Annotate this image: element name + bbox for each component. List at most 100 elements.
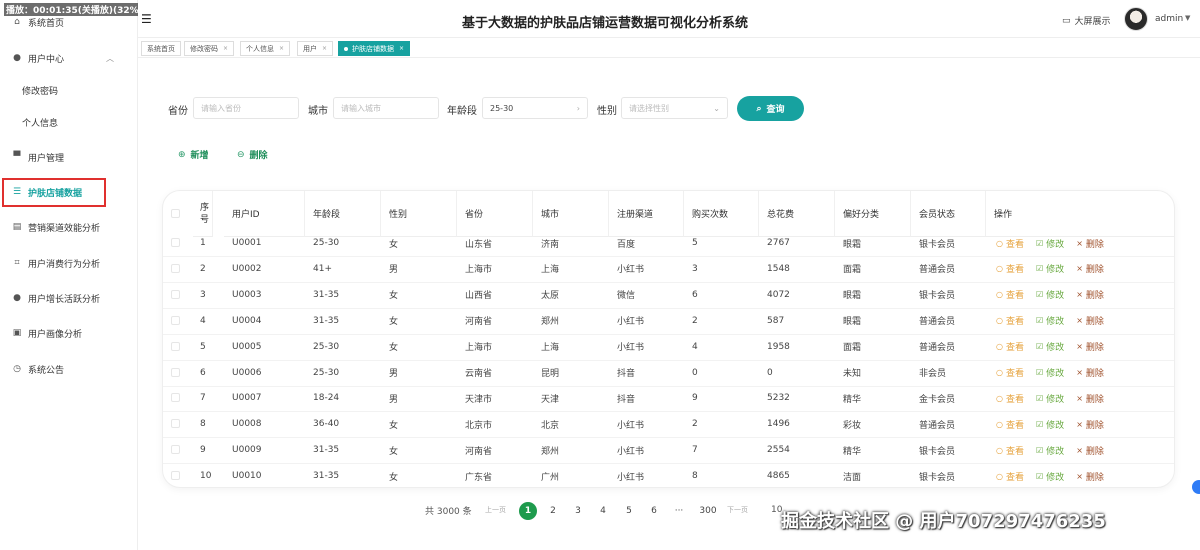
cell-age: 31-35 — [313, 445, 340, 456]
delete-row-button[interactable]: × 删除 — [1076, 392, 1104, 405]
edit-button[interactable]: ☑ 修改 — [1036, 314, 1064, 327]
row-checkbox[interactable] — [171, 445, 180, 455]
floating-help-button[interactable] — [1192, 480, 1200, 494]
row-checkbox[interactable] — [171, 393, 180, 403]
bigscreen-button[interactable]: ▭ 大屏展示 — [1062, 14, 1111, 28]
cell-preference: 眼霜 — [843, 291, 862, 302]
cell-preference: 眼霜 — [843, 317, 862, 328]
view-button[interactable]: ○ 查看 — [996, 392, 1024, 405]
delete-row-button[interactable]: × 删除 — [1076, 418, 1104, 431]
delete-row-button[interactable]: × 删除 — [1076, 366, 1104, 379]
sidebar-item-user-management[interactable]: ▀ 用户管理 — [0, 146, 138, 168]
edit-button[interactable]: ☑ 修改 — [1036, 262, 1064, 275]
sidebar-item-user-portrait[interactable]: ▣ 用户画像分析 — [0, 322, 138, 344]
row-checkbox[interactable] — [171, 289, 180, 299]
city-input[interactable]: 请输入城市 — [333, 97, 439, 119]
app-root: ⌂ 系统首页 ● 用户中心 ︿ 修改密码 个人信息 ▀ 用户管理 ☰ 护肤店铺数… — [0, 0, 1200, 550]
gender-label: 性别 — [597, 106, 617, 117]
close-icon[interactable]: × — [223, 45, 228, 52]
edit-button[interactable]: ☑ 修改 — [1036, 470, 1064, 483]
view-button[interactable]: ○ 查看 — [996, 340, 1024, 353]
avatar[interactable] — [1124, 7, 1148, 31]
caret-down-icon[interactable]: ▼ — [1185, 14, 1190, 22]
page-number[interactable]: 3 — [569, 502, 587, 520]
sidebar-item-change-password[interactable]: 修改密码 — [0, 79, 138, 101]
row-checkbox[interactable] — [171, 367, 180, 377]
close-icon[interactable]: × — [399, 45, 404, 52]
delete-row-button[interactable]: × 删除 — [1076, 340, 1104, 353]
cell-preference: 面霜 — [843, 343, 862, 354]
sidebar-item-marketing-analysis[interactable]: ▤ 营销渠道效能分析 — [0, 216, 138, 238]
close-icon[interactable]: × — [279, 45, 284, 52]
page-number[interactable]: 2 — [544, 502, 562, 520]
cell-purchases: 2 — [692, 419, 698, 430]
crop-icon: ⌗ — [14, 258, 20, 268]
province-input[interactable]: 请输入省份 — [193, 97, 299, 119]
page-number[interactable]: 300 — [697, 502, 719, 520]
view-button[interactable]: ○ 查看 — [996, 418, 1024, 431]
sidebar-item-label: 用户消费行为分析 — [28, 259, 101, 270]
age-select[interactable]: 25-30 › — [482, 97, 588, 119]
edit-icon: ☑ — [1036, 471, 1044, 481]
menu-toggle-icon[interactable]: ☰ — [141, 12, 152, 26]
tab-change-password[interactable]: 修改密码 × — [184, 41, 235, 56]
cell-channel: 抖音 — [617, 394, 636, 405]
cell-gender: 女 — [389, 420, 399, 431]
tab-user[interactable]: 用户 × — [297, 41, 334, 56]
edit-button[interactable]: ☑ 修改 — [1036, 392, 1064, 405]
gender-select[interactable]: 请选择性别 ⌄ — [621, 97, 728, 119]
sidebar-item-profile[interactable]: 个人信息 — [0, 111, 138, 133]
sidebar-item-announcement[interactable]: ◷ 系统公告 — [0, 358, 138, 380]
tab-home[interactable]: 系统首页 — [141, 41, 181, 56]
user-name[interactable]: admin — [1155, 14, 1183, 24]
view-button[interactable]: ○ 查看 — [996, 288, 1024, 301]
row-checkbox[interactable] — [171, 471, 180, 481]
cell-index: 10 — [200, 471, 212, 482]
page-number[interactable]: 4 — [594, 502, 612, 520]
delete-button[interactable]: ⊖ 删除 — [237, 148, 268, 162]
row-checkbox[interactable] — [171, 238, 180, 247]
view-button[interactable]: ○ 查看 — [996, 366, 1024, 379]
delete-row-button[interactable]: × 删除 — [1076, 314, 1104, 327]
delete-row-button[interactable]: × 删除 — [1076, 288, 1104, 301]
cell-index: 5 — [200, 341, 206, 352]
tab-profile[interactable]: 个人信息 × — [240, 41, 291, 56]
cell-total-spend: 2767 — [767, 238, 790, 248]
view-button[interactable]: ○ 查看 — [996, 262, 1024, 275]
add-button[interactable]: ⊕ 新增 — [178, 148, 209, 162]
tab-label: 修改密码 — [190, 44, 218, 53]
search-icon: ○ — [996, 445, 1003, 455]
delete-row-button[interactable]: × 删除 — [1076, 262, 1104, 275]
row-checkbox[interactable] — [171, 263, 180, 273]
row-checkbox[interactable] — [171, 315, 180, 325]
edit-button[interactable]: ☑ 修改 — [1036, 237, 1064, 250]
tab-store-data[interactable]: 护肤店铺数据 × — [338, 41, 411, 56]
delete-row-button[interactable]: × 删除 — [1076, 444, 1104, 457]
page-number[interactable]: 1 — [519, 502, 537, 520]
delete-row-button[interactable]: × 删除 — [1076, 237, 1104, 250]
pagination-prev[interactable]: 上一页 — [485, 505, 506, 515]
view-button[interactable]: ○ 查看 — [996, 237, 1024, 250]
page-number[interactable]: 6 — [645, 502, 663, 520]
view-button[interactable]: ○ 查看 — [996, 444, 1024, 457]
cell-city: 昆明 — [541, 369, 560, 379]
row-checkbox[interactable] — [171, 419, 180, 429]
delete-row-button[interactable]: × 删除 — [1076, 470, 1104, 483]
select-all-checkbox[interactable] — [171, 209, 180, 218]
edit-button[interactable]: ☑ 修改 — [1036, 418, 1064, 431]
row-checkbox[interactable] — [171, 341, 180, 351]
chevron-right-icon: › — [576, 103, 580, 113]
edit-button[interactable]: ☑ 修改 — [1036, 366, 1064, 379]
edit-button[interactable]: ☑ 修改 — [1036, 444, 1064, 457]
close-icon[interactable]: × — [322, 45, 327, 52]
view-button[interactable]: ○ 查看 — [996, 314, 1024, 327]
sidebar-item-user-center[interactable]: ● 用户中心 ︿ — [0, 47, 138, 69]
sidebar-item-growth-analysis[interactable]: ● 用户增长活跃分析 — [0, 287, 138, 309]
page-number[interactable]: 5 — [620, 502, 638, 520]
pagination-next[interactable]: 下一页 — [727, 505, 748, 515]
sidebar-item-consumption-analysis[interactable]: ⌗ 用户消费行为分析 — [0, 252, 138, 274]
view-button[interactable]: ○ 查看 — [996, 470, 1024, 483]
edit-button[interactable]: ☑ 修改 — [1036, 340, 1064, 353]
edit-button[interactable]: ☑ 修改 — [1036, 288, 1064, 301]
query-button[interactable]: ⌕ 查询 — [737, 96, 804, 121]
